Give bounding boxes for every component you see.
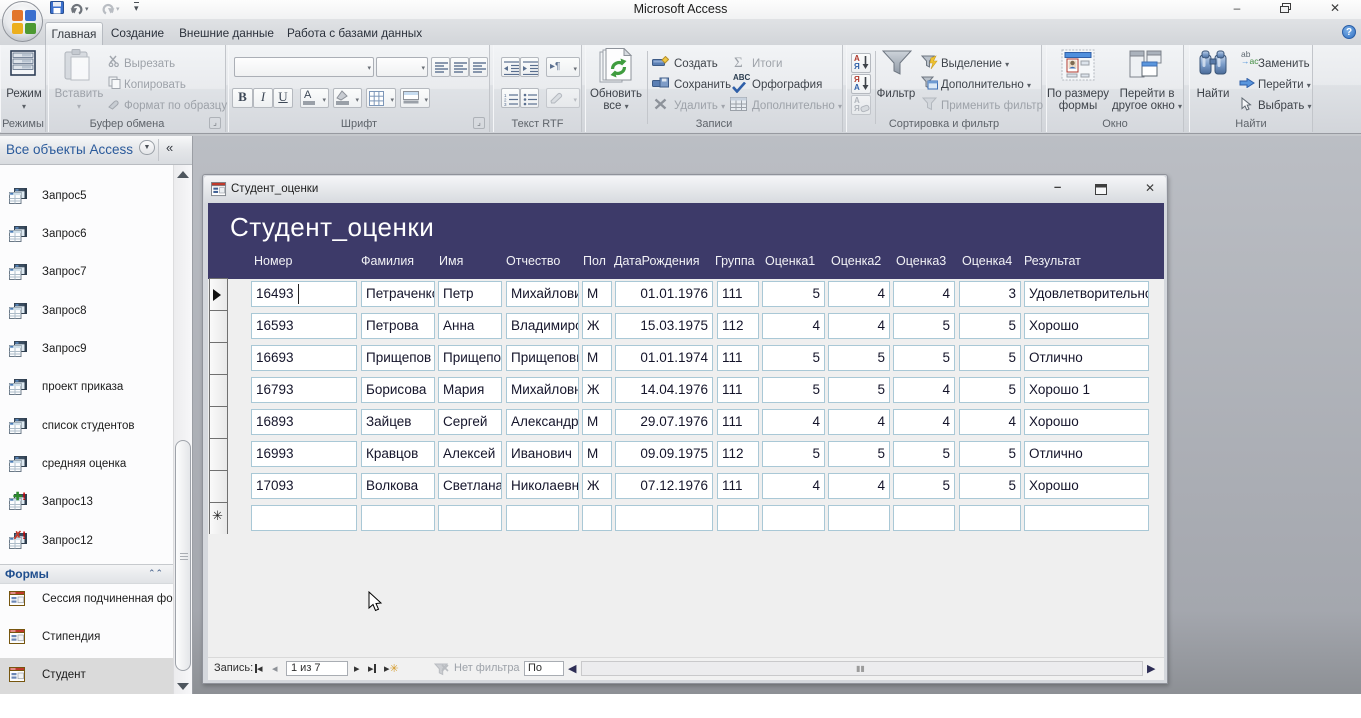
svg-text:3: 3: [504, 102, 507, 106]
